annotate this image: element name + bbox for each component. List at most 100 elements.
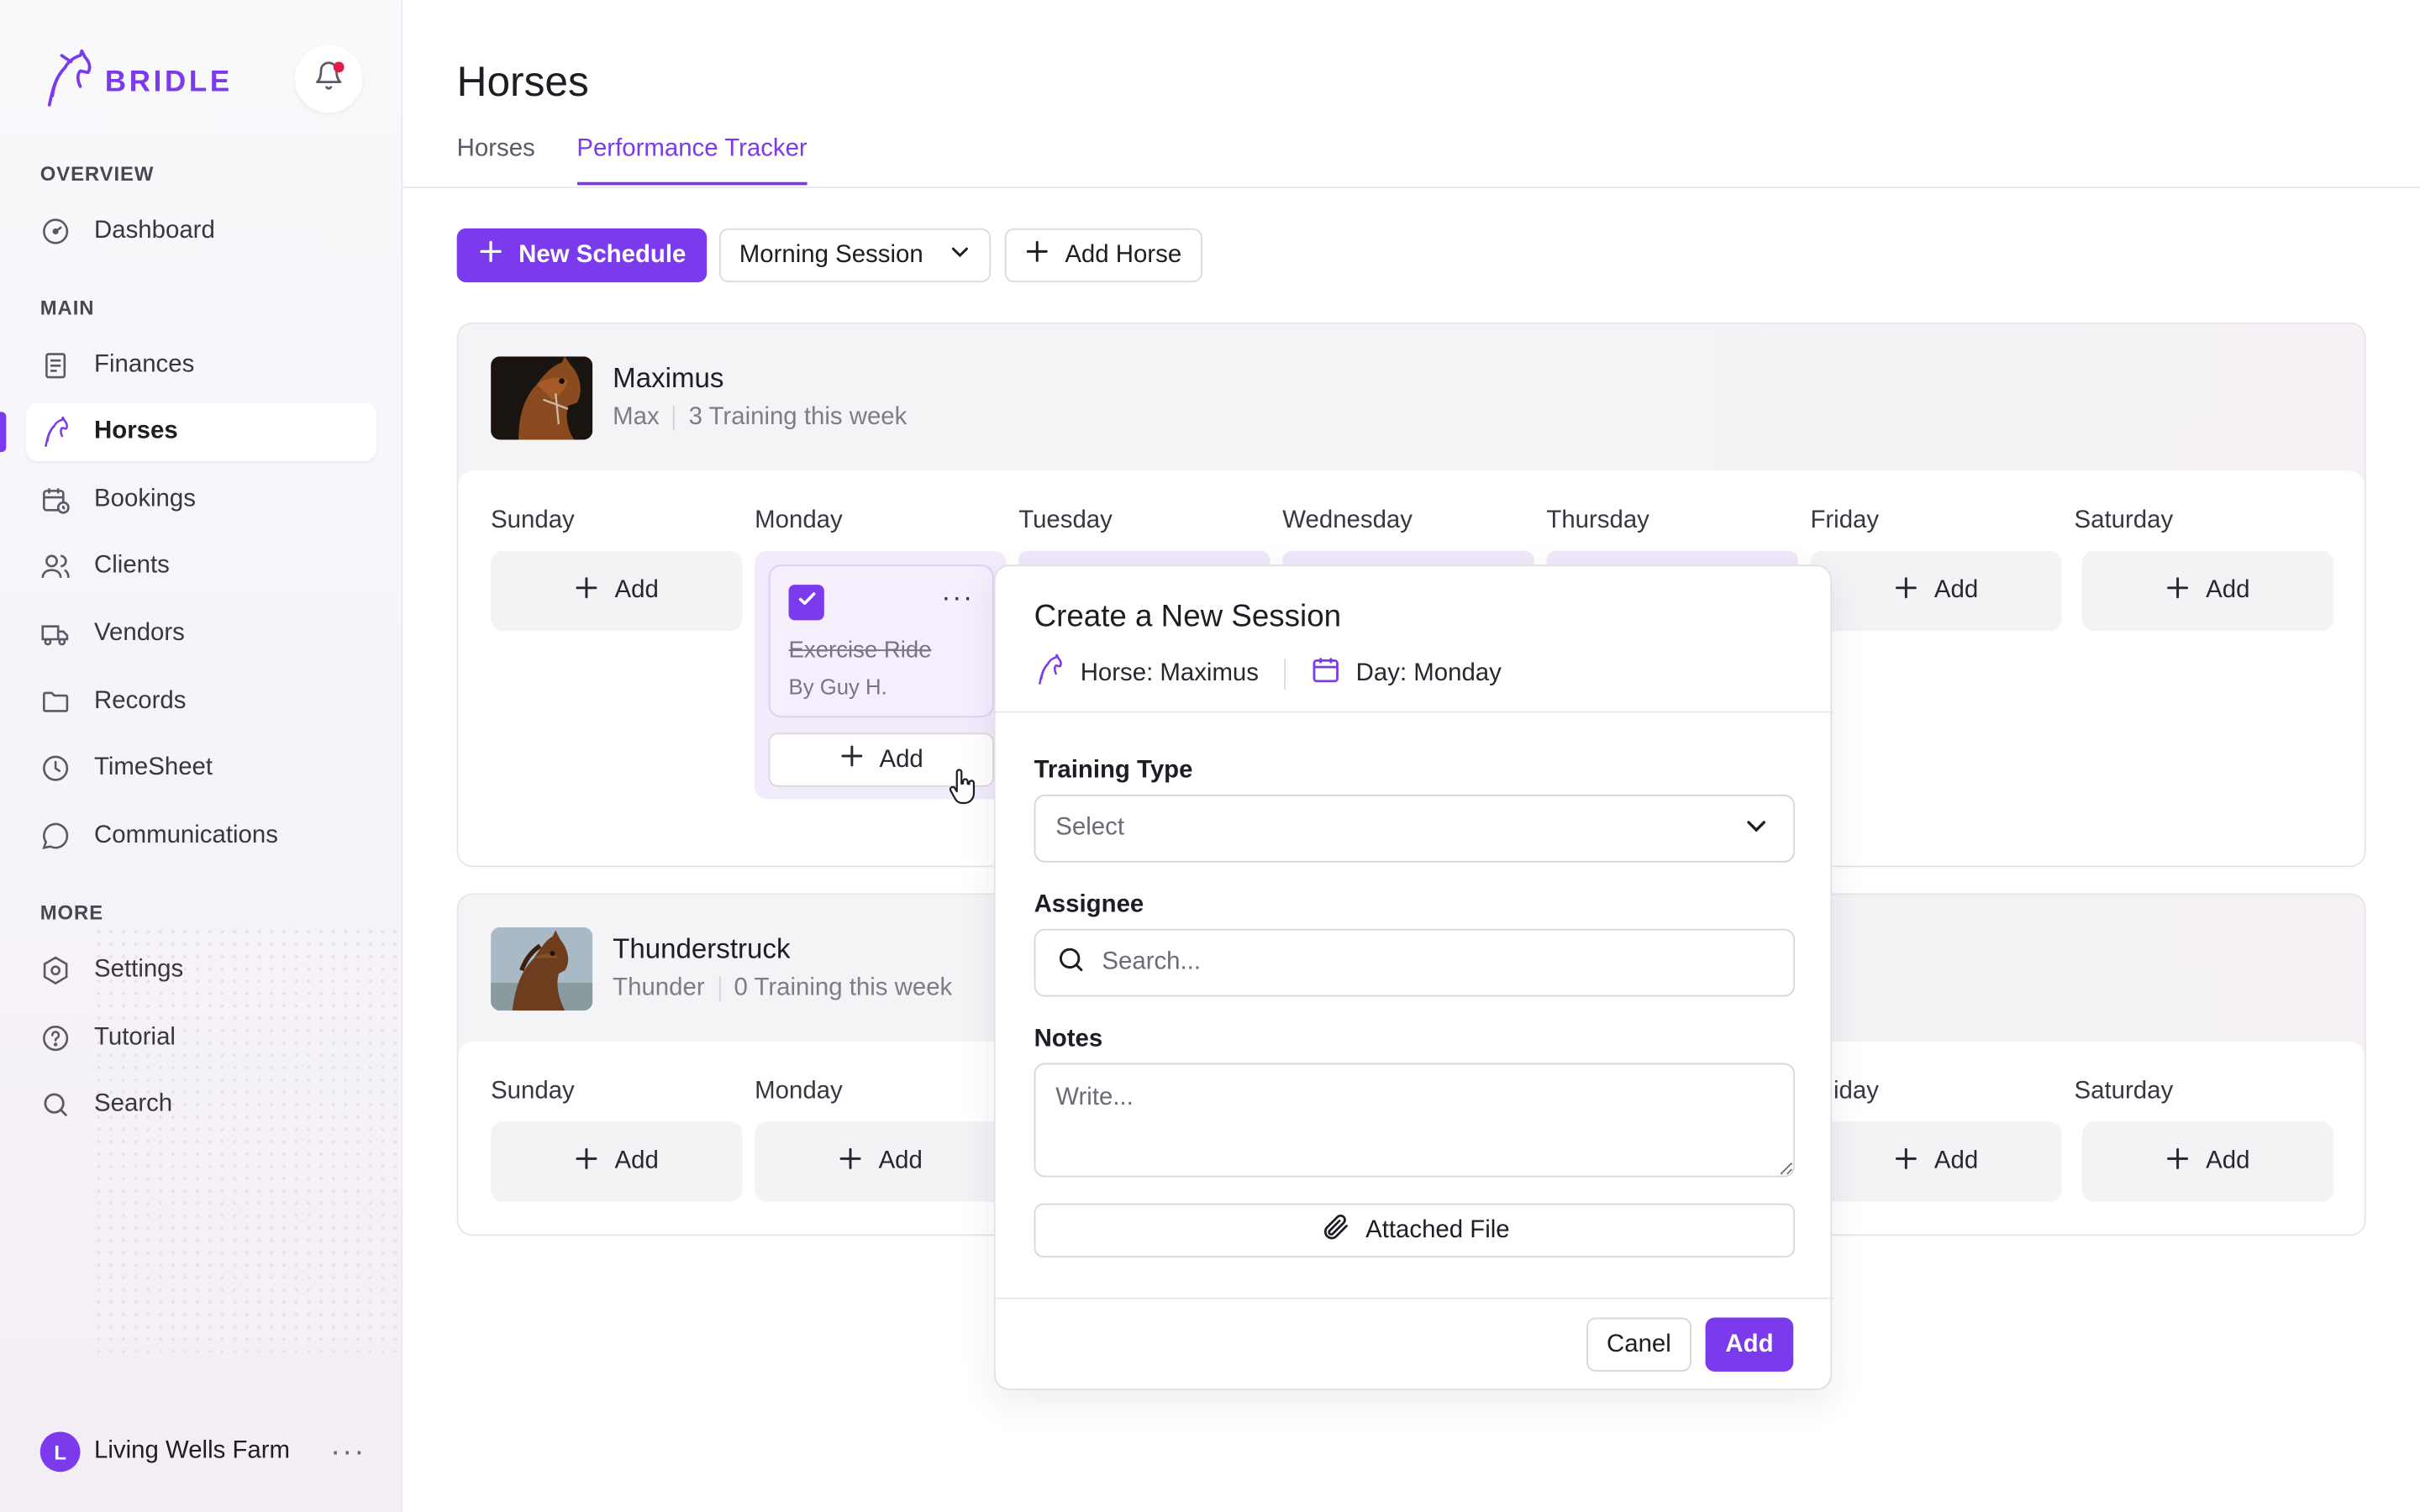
sidebar-item-label: Bookings — [94, 486, 196, 512]
section-more: MORE — [39, 900, 104, 925]
notification-badge — [333, 61, 345, 73]
tab-horses[interactable]: Horses — [457, 136, 535, 186]
avatar: L — [39, 1431, 81, 1473]
check-icon — [796, 588, 818, 617]
truck-icon — [40, 619, 71, 650]
plus-icon — [575, 575, 599, 607]
users-icon — [40, 551, 71, 582]
gauge-icon — [40, 216, 71, 247]
day-label-saturday: Saturday — [2074, 507, 2174, 534]
training-type-label: Training Type — [1034, 757, 1193, 785]
attach-file-button[interactable]: Attached File — [1034, 1203, 1796, 1257]
sidebar-item-dashboard[interactable]: Dashboard — [26, 202, 376, 261]
day-label-sunday: Sunday — [491, 507, 575, 534]
day-label-friday: iday — [1833, 1078, 1879, 1105]
add-session-sunday[interactable]: Add — [491, 550, 743, 632]
section-overview: OVERVIEW — [39, 161, 155, 186]
add-session-monday[interactable]: Add — [755, 1121, 1007, 1202]
modal-title: Create a New Session — [1034, 600, 1342, 634]
session-more-button[interactable]: ··· — [941, 581, 974, 614]
header-divider — [402, 186, 2420, 189]
session-select[interactable]: Morning Session — [718, 228, 992, 283]
attach-file-label: Attached File — [1365, 1216, 1510, 1243]
training-count: 3 Training this week — [688, 404, 908, 431]
horse-subtitle: Max 3 Training this week — [613, 404, 907, 432]
chevron-down-icon — [950, 241, 971, 270]
training-count: 0 Training this week — [734, 974, 953, 1002]
session-select-value: Morning Session — [739, 241, 923, 268]
sidebar-item-label: Dashboard — [94, 217, 215, 244]
add-session-sunday[interactable]: Add — [491, 1121, 743, 1202]
horse-subtitle: Thunder 0 Training this week — [613, 975, 952, 1003]
plus-icon — [1894, 575, 1918, 607]
plus-icon — [1894, 1146, 1918, 1179]
add-horse-label: Add Horse — [1065, 241, 1182, 268]
add-horse-button[interactable]: Add Horse — [1004, 228, 1202, 283]
day-label-saturday: Saturday — [2074, 1078, 2174, 1105]
sidebar-item-finances[interactable]: Finances — [26, 336, 376, 395]
sidebar-item-label: Records — [94, 688, 187, 715]
notes-textarea[interactable] — [1034, 1063, 1796, 1178]
session-assignee: By Guy H. — [788, 674, 887, 700]
plus-icon — [2165, 575, 2190, 607]
page-title: Horses — [456, 58, 589, 105]
sidebar-item-search[interactable]: Search — [26, 1075, 376, 1134]
day-label-thursday: Thursday — [1546, 507, 1649, 534]
sidebar-item-vendors[interactable]: Vendors — [26, 605, 376, 664]
add-session-saturday[interactable]: Add — [2081, 1121, 2334, 1202]
add-session-friday[interactable]: Add — [1810, 1121, 2062, 1202]
tab-performance-tracker[interactable]: Performance Tracker — [576, 136, 808, 186]
sidebar-item-communications[interactable]: Communications — [26, 807, 376, 866]
new-schedule-label: New Schedule — [518, 241, 687, 268]
section-main: MAIN — [39, 296, 95, 320]
calendar-clock-icon — [40, 485, 71, 516]
plus-icon — [839, 1146, 863, 1179]
sidebar-item-label: Vendors — [94, 620, 185, 647]
notes-label: Notes — [1034, 1026, 1103, 1053]
add-session-submit-button[interactable]: Add — [1705, 1317, 1794, 1372]
modal-footer-divider — [995, 1297, 1833, 1299]
paperclip-icon — [1319, 1211, 1350, 1250]
account-name: Living Wells Farm — [94, 1437, 291, 1465]
session-complete-checkbox[interactable] — [788, 585, 824, 621]
sidebar-item-clients[interactable]: Clients — [26, 537, 376, 596]
sidebar-item-settings[interactable]: Settings — [26, 941, 376, 1000]
horse-photo — [491, 356, 593, 440]
add-session-friday[interactable]: Add — [1810, 550, 2062, 632]
sidebar-item-timesheet[interactable]: TimeSheet — [26, 739, 376, 798]
calendar-icon — [1310, 654, 1341, 693]
chat-bubble-icon — [40, 821, 71, 852]
folder-icon — [40, 686, 71, 717]
modal-meta: Horse: Maximus Day: Monday — [1034, 654, 1502, 693]
cancel-button[interactable]: Canel — [1586, 1317, 1691, 1372]
day-label-wednesday: Wednesday — [1282, 507, 1413, 534]
plus-icon — [2165, 1146, 2190, 1179]
sidebar-item-records[interactable]: Records — [26, 673, 376, 732]
day-label-monday: Monday — [755, 507, 843, 534]
horse-head-icon — [40, 49, 96, 116]
new-schedule-button[interactable]: New Schedule — [456, 228, 708, 283]
session-card[interactable]: ··· Exercise Ride By Guy H. — [768, 564, 994, 718]
training-type-select[interactable]: Select — [1034, 794, 1796, 863]
add-label: Add — [1933, 576, 1979, 604]
assignee-search — [1034, 928, 1796, 997]
sidebar-item-bookings[interactable]: Bookings — [26, 470, 376, 529]
day-label-monday: Monday — [755, 1078, 843, 1105]
brand-logo[interactable]: BRIDLE — [40, 49, 233, 116]
help-circle-icon — [40, 1023, 71, 1054]
sidebar-item-label: Tutorial — [94, 1024, 176, 1051]
horse-nickname: Max — [613, 404, 660, 431]
day-label-friday: Friday — [1810, 507, 1880, 534]
sidebar-item-label: Settings — [94, 956, 184, 983]
account-more-button[interactable]: ··· — [330, 1435, 366, 1470]
sidebar-item-tutorial[interactable]: Tutorial — [26, 1009, 376, 1068]
assignee-search-input[interactable] — [1102, 948, 1750, 977]
plus-icon — [1025, 239, 1050, 272]
add-session-saturday[interactable]: Add — [2081, 550, 2334, 632]
assignee-label: Assignee — [1034, 891, 1144, 918]
account-switcher[interactable]: L Living Wells Farm — [39, 1431, 291, 1473]
brand-name: BRIDLE — [104, 66, 233, 98]
notifications-button[interactable] — [294, 45, 363, 113]
modal-horse: Horse: Maximus — [1080, 659, 1259, 686]
sidebar-item-horses[interactable]: Horses — [26, 402, 377, 462]
